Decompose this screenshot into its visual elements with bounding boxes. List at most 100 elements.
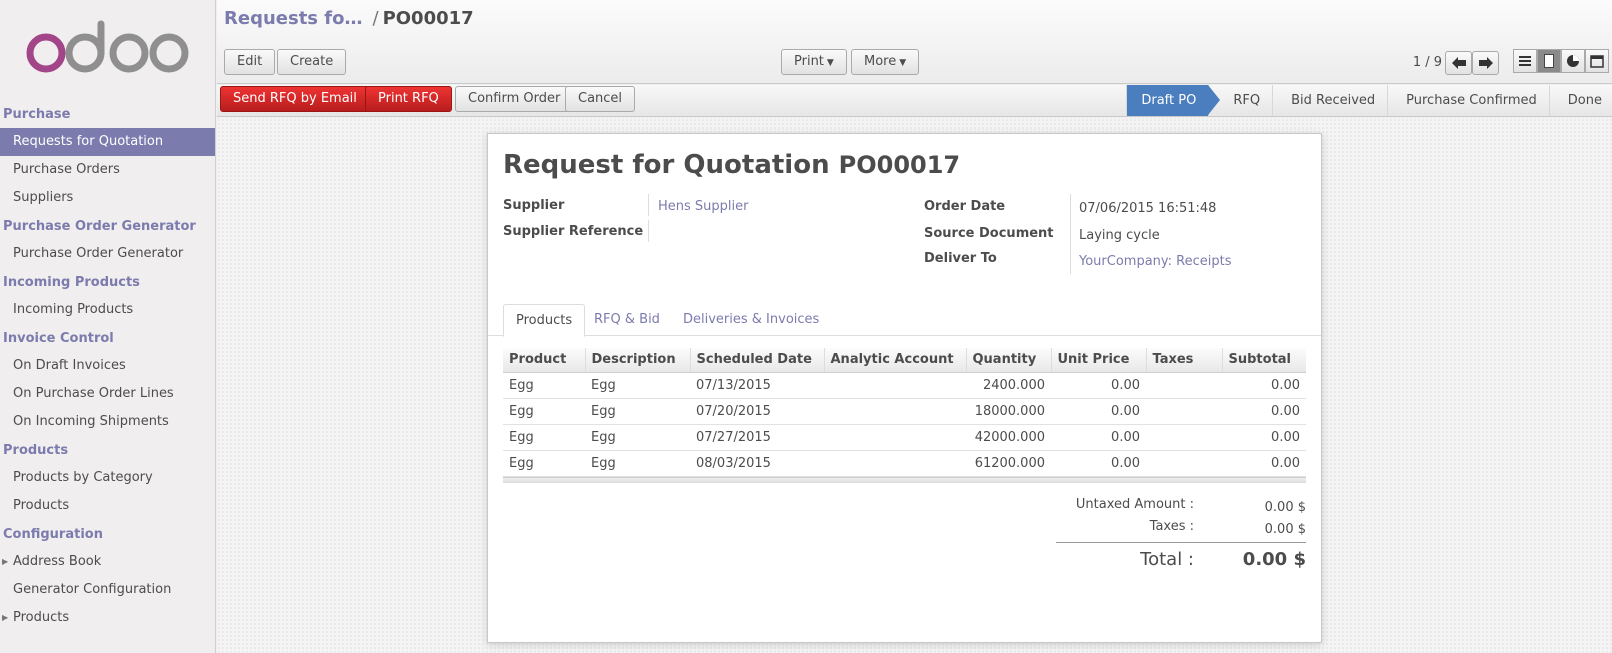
cancel-button[interactable]: Cancel — [565, 86, 636, 112]
form-sheet: Request for Quotation PO00017 Supplier H… — [487, 133, 1322, 643]
sidebar-item[interactable]: Generator Configuration — [0, 576, 215, 604]
table-cell: Egg — [503, 372, 585, 399]
list-view-button[interactable] — [1513, 49, 1537, 73]
odoo-logo[interactable] — [0, 0, 215, 100]
table-cell: Egg — [503, 424, 585, 451]
table-cell: Egg — [503, 450, 585, 477]
table-row[interactable]: Egg Egg 07/20/2015 18000.000 0.00 0.00 — [503, 398, 1306, 425]
total-label: Total : — [1140, 549, 1194, 570]
table-cell: 0.00 — [1222, 424, 1306, 451]
sidebar: Purchase Requests for Quotation Purchase O… — [0, 0, 216, 653]
sidebar-item-label: Products — [13, 498, 70, 513]
column-header-taxes[interactable]: Taxes — [1146, 348, 1223, 373]
breadcrumb-parent-link[interactable]: Requests fo… — [224, 8, 362, 29]
print-rfq-button[interactable]: Print RFQ — [365, 86, 452, 112]
status-stages: Draft PO RFQ Bid Received Purchase Confi… — [1126, 85, 1612, 116]
table-cell: 07/20/2015 — [690, 398, 824, 425]
supplier-reference-label: Supplier Reference — [503, 224, 644, 239]
column-header-subtotal[interactable]: Subtotal — [1222, 348, 1306, 373]
breadcrumb-separator: / — [372, 8, 379, 29]
table-cell: Egg — [585, 372, 690, 399]
sidebar-item-label: Products — [13, 610, 70, 625]
breadcrumb: Requests fo… / PO00017 — [224, 8, 474, 29]
column-header-analytic-account[interactable]: Analytic Account — [824, 348, 967, 373]
form-view-button[interactable] — [1537, 49, 1561, 73]
sidebar-item[interactable]: Products — [0, 492, 215, 520]
edit-button[interactable]: Edit — [224, 49, 276, 75]
totals-divider — [1056, 542, 1306, 543]
source-document-field[interactable]: Laying cycle — [1079, 228, 1160, 243]
sidebar-item[interactable]: On Purchase Order Lines — [0, 380, 215, 408]
field-separator — [1070, 194, 1071, 274]
calendar-icon — [1590, 55, 1604, 68]
sidebar-item[interactable]: Purchase Orders — [0, 156, 215, 184]
table-header-row: Product Description Scheduled Date Analy… — [503, 348, 1306, 373]
sidebar-item[interactable]: ▶ Address Book — [0, 548, 215, 576]
more-dropdown-button[interactable]: More ▼ — [851, 49, 920, 75]
sidebar-item[interactable]: Purchase Order Generator — [0, 240, 215, 268]
table-cell: 0.00 — [1051, 398, 1146, 425]
tab-rfq-bid[interactable]: RFQ & Bid — [582, 304, 672, 336]
supplier-reference-field[interactable] — [658, 224, 908, 240]
table-cell: 61200.000 — [966, 450, 1051, 477]
notebook-tabs: Products RFQ & Bid Deliveries & Invoices — [488, 304, 1321, 337]
tab-products[interactable]: Products — [503, 304, 586, 337]
pager-next-button[interactable] — [1472, 51, 1499, 75]
sidebar-item[interactable]: Products by Category — [0, 464, 215, 492]
sidebar-item[interactable]: Requests for Quotation — [0, 128, 215, 156]
calendar-view-button[interactable] — [1585, 49, 1609, 73]
source-document-label: Source Document — [924, 226, 1054, 241]
column-header-quantity[interactable]: Quantity — [966, 348, 1052, 373]
pie-chart-icon — [1567, 55, 1579, 67]
print-dropdown-button[interactable]: Print ▼ — [781, 49, 847, 75]
column-header-product[interactable]: Product — [503, 348, 586, 373]
sidebar-item[interactable]: On Incoming Shipments — [0, 408, 215, 436]
column-header-scheduled-date[interactable]: Scheduled Date — [690, 348, 825, 373]
table-cell: Egg — [585, 424, 690, 451]
column-header-unit-price[interactable]: Unit Price — [1051, 348, 1147, 373]
supplier-label: Supplier — [503, 198, 565, 213]
breadcrumb-current: PO00017 — [382, 8, 474, 29]
sidebar-item[interactable]: Incoming Products — [0, 296, 215, 324]
table-row[interactable]: Egg Egg 07/13/2015 2400.000 0.00 0.00 — [503, 372, 1306, 399]
create-button[interactable]: Create — [277, 49, 347, 75]
table-footer-bar — [503, 477, 1306, 483]
sidebar-item[interactable]: Suppliers — [0, 184, 215, 212]
sidebar-section-title: Purchase Order Generator — [3, 219, 196, 234]
graph-view-button[interactable] — [1561, 49, 1585, 73]
table-cell: Egg — [503, 398, 585, 425]
confirm-order-button[interactable]: Confirm Order — [455, 86, 574, 112]
table-cell: 42000.000 — [966, 424, 1051, 451]
column-header-description[interactable]: Description — [585, 348, 691, 373]
pager-previous-button[interactable] — [1445, 51, 1472, 75]
list-icon — [1519, 56, 1531, 66]
table-cell: Egg — [585, 398, 690, 425]
supplier-field[interactable]: Hens Supplier — [658, 199, 748, 214]
table-cell: 0.00 — [1051, 450, 1146, 477]
control-panel: Requests fo… / PO00017 Edit Create Print ▼ … — [217, 0, 1612, 84]
deliver-to-field[interactable]: YourCompany: Receipts — [1079, 254, 1232, 269]
sidebar-item-label: On Incoming Shipments — [13, 414, 169, 429]
document-title: Request for Quotation PO00017 — [503, 150, 960, 180]
deliver-to-label: Deliver To — [924, 251, 997, 266]
pager-value[interactable]: 1 / 9 — [1413, 55, 1442, 70]
table-row[interactable]: Egg Egg 07/27/2015 42000.000 0.00 0.00 — [503, 424, 1306, 451]
sidebar-section-title: Incoming Products — [3, 275, 140, 290]
send-rfq-email-button[interactable]: Send RFQ by Email — [220, 86, 370, 112]
table-cell: 07/27/2015 — [690, 424, 824, 451]
order-date-field[interactable]: 07/06/2015 16:51:48 — [1079, 201, 1216, 216]
stage-done: Done — [1548, 85, 1612, 116]
table-cell — [1146, 398, 1222, 425]
table-row[interactable]: Egg Egg 08/03/2015 61200.000 0.00 0.00 — [503, 450, 1306, 477]
caret-down-icon: ▼ — [826, 58, 834, 68]
table-cell: 07/13/2015 — [690, 372, 824, 399]
tab-deliveries-invoices[interactable]: Deliveries & Invoices — [671, 304, 831, 336]
sidebar-section-title: Invoice Control — [3, 331, 114, 346]
sidebar-item[interactable]: ▶ Products — [0, 604, 215, 632]
caret-right-icon[interactable]: ▶ — [2, 548, 8, 576]
sidebar-item-label: Purchase Order Generator — [13, 246, 184, 261]
caret-right-icon[interactable]: ▶ — [2, 604, 8, 632]
sidebar-item[interactable]: On Draft Invoices — [0, 352, 215, 380]
taxes-value: 0.00 $ — [1264, 522, 1306, 537]
order-date-label: Order Date — [924, 199, 1006, 214]
